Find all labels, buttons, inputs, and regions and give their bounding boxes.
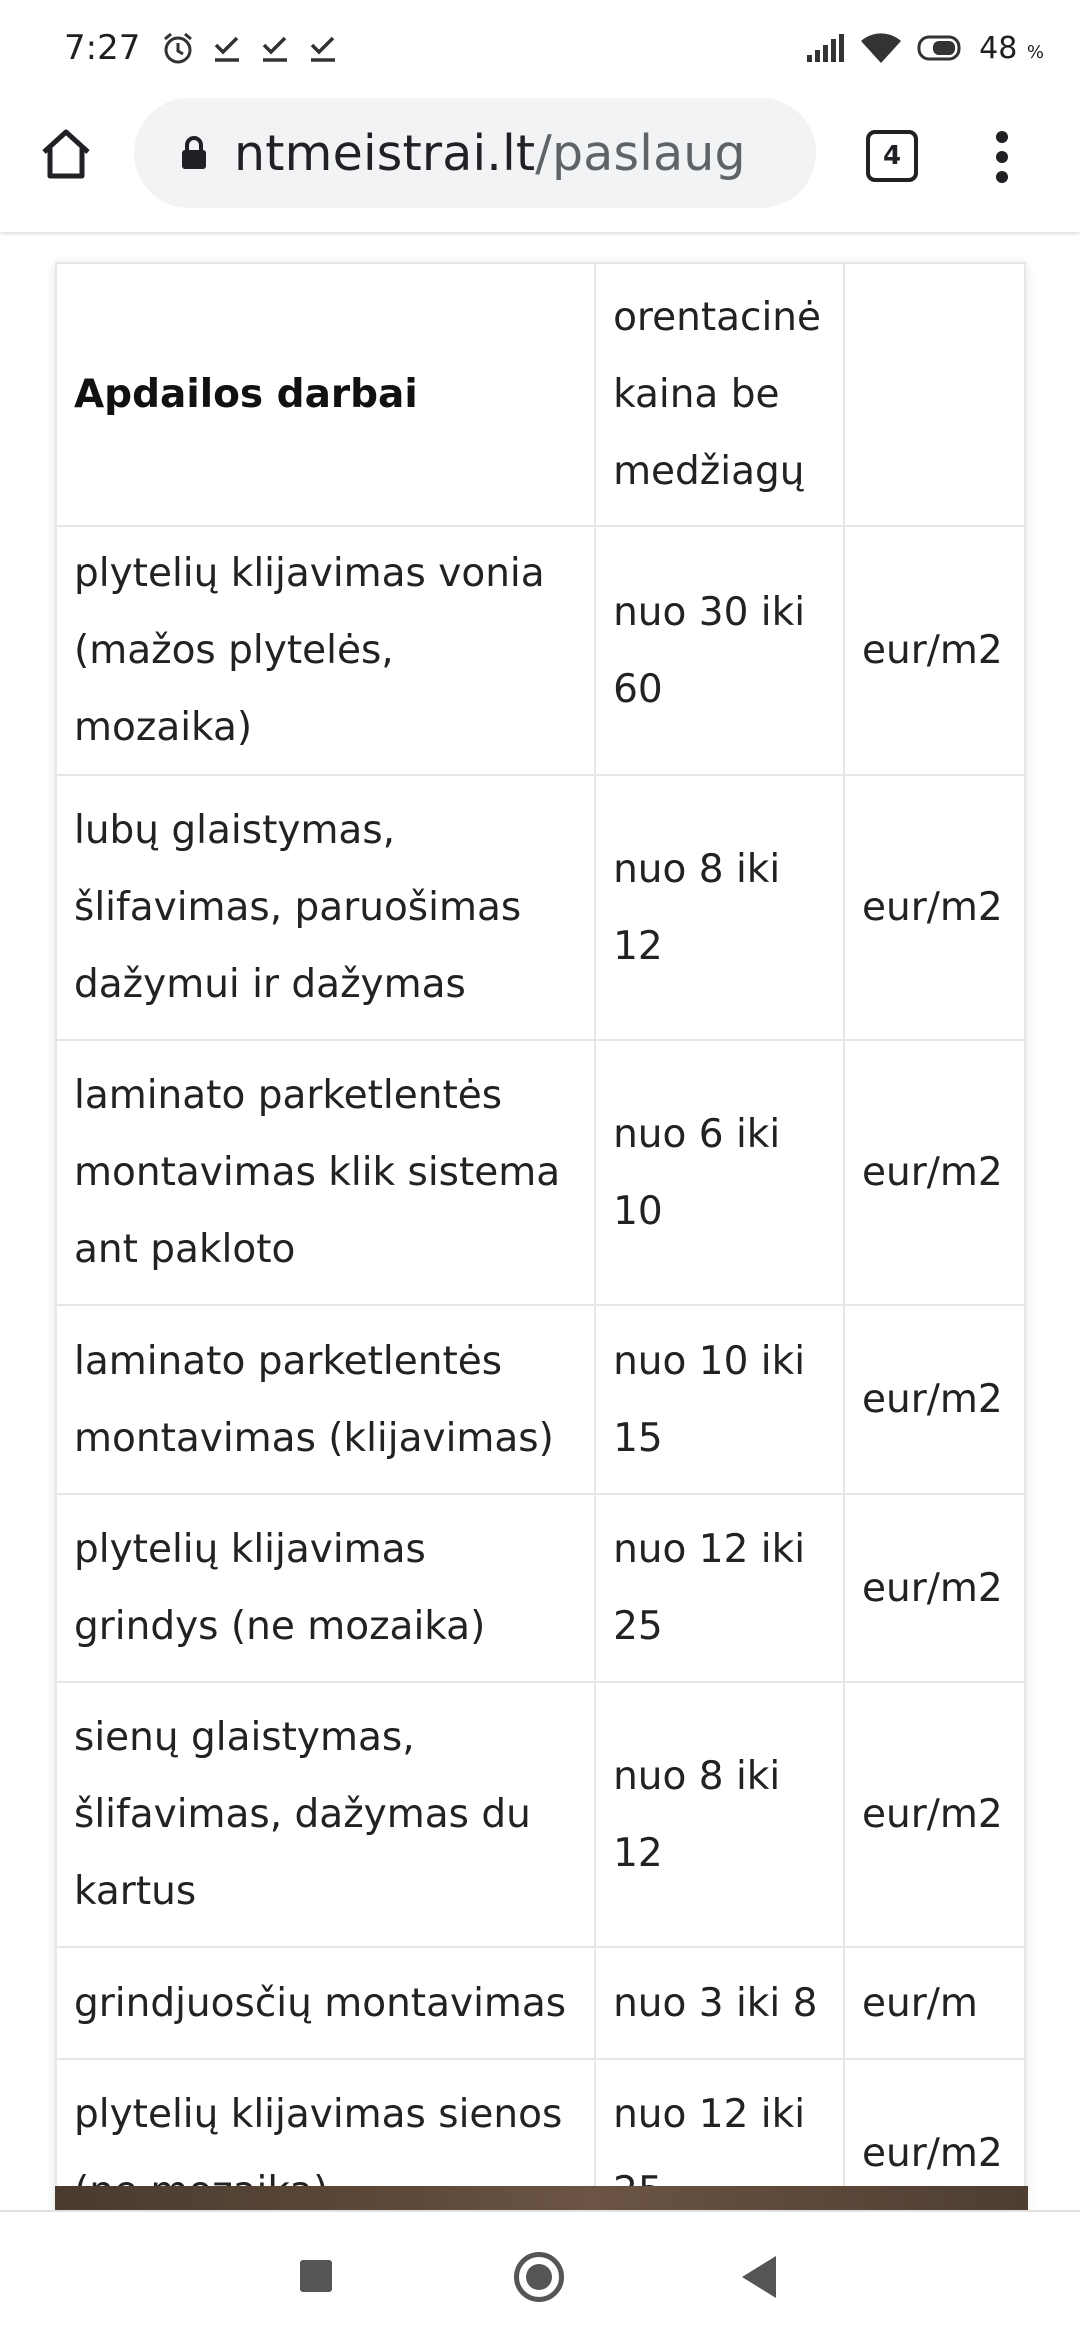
signal-icon xyxy=(805,33,845,63)
status-bar: 7:27 48 % xyxy=(0,0,1080,96)
row-service: plytelių klijavimas vonia (mažos plytelė… xyxy=(54,525,597,776)
lock-icon xyxy=(180,135,208,171)
row-service: lubų glaistymas, šlifavimas, paruošimas … xyxy=(54,774,597,1041)
table-header-row: Apdailos darbai orentacinė kaina be medž… xyxy=(54,262,1026,527)
wifi-icon xyxy=(859,31,903,65)
row-service: plytelių klijavimas grindys (ne mozaika) xyxy=(54,1493,597,1683)
header-service: Apdailos darbai xyxy=(54,262,597,527)
row-price: nuo 30 iki 60 xyxy=(594,525,846,776)
table-row: lubų glaistymas, šlifavimas, paruošimas … xyxy=(54,774,1026,1041)
browser-toolbar: ntmeistrai.lt/paslaug 4 xyxy=(0,96,1080,232)
header-unit xyxy=(843,262,1026,527)
url-domain: ntmeistrai.lt xyxy=(234,124,536,182)
battery-icon xyxy=(917,34,965,62)
alarm-icon xyxy=(160,30,196,66)
url-fade xyxy=(776,98,816,208)
back-icon[interactable] xyxy=(742,2256,776,2298)
home-circle-icon[interactable] xyxy=(514,2252,564,2302)
row-unit: eur/m2 xyxy=(843,1039,1026,1306)
battery-level: 48 % xyxy=(979,30,1044,66)
row-unit: eur/m2 xyxy=(843,525,1026,776)
row-price: nuo 8 iki 12 xyxy=(594,774,846,1041)
row-service: grindjuosčių montavimas xyxy=(54,1946,597,2060)
tab-count: 4 xyxy=(882,141,902,171)
system-nav-bar xyxy=(0,2210,1080,2340)
table-row: grindjuosčių montavimas nuo 3 iki 8 eur/… xyxy=(54,1946,1026,2060)
row-price: nuo 10 iki 15 xyxy=(594,1304,846,1495)
row-price: nuo 12 iki 25 xyxy=(594,1493,846,1683)
row-price: nuo 3 iki 8 xyxy=(594,1946,846,2060)
price-table-wrapper: Apdailos darbai orentacinė kaina be medž… xyxy=(54,262,1026,2210)
status-left: 7:27 xyxy=(64,28,340,68)
page-content[interactable]: Apdailos darbai orentacinė kaina be medž… xyxy=(0,232,1080,2210)
row-price: nuo 8 iki 12 xyxy=(594,1681,846,1948)
table-row: sienų glaistymas, šlifavimas, dažymas du… xyxy=(54,1681,1026,1948)
price-table: Apdailos darbai orentacinė kaina be medž… xyxy=(54,262,1026,2210)
row-unit: eur/m2 xyxy=(843,1304,1026,1495)
check-download-icon xyxy=(210,31,244,65)
row-service: sienų glaistymas, šlifavimas, dažymas du… xyxy=(54,1681,597,1948)
url-text[interactable]: ntmeistrai.lt/paslaug xyxy=(234,125,746,182)
recent-apps-icon[interactable] xyxy=(300,2260,332,2292)
row-unit: eur/m2 xyxy=(843,774,1026,1041)
row-service: laminato parketlentės montavimas klik si… xyxy=(54,1039,597,1306)
check-download-icon xyxy=(258,31,292,65)
address-bar[interactable]: ntmeistrai.lt/paslaug xyxy=(134,98,816,208)
status-right: 48 % xyxy=(805,31,1044,66)
row-unit: eur/m2 xyxy=(843,1493,1026,1683)
table-row: plytelių klijavimas grindys (ne mozaika)… xyxy=(54,1493,1026,1683)
table-row: plytelių klijavimas vonia (mažos plytelė… xyxy=(54,525,1026,776)
menu-icon[interactable] xyxy=(984,126,1020,186)
row-price: nuo 6 iki 10 xyxy=(594,1039,846,1306)
tabs-icon[interactable]: 4 xyxy=(866,130,918,182)
check-download-icon xyxy=(306,31,340,65)
header-price: orentacinė kaina be medžiagų xyxy=(594,262,846,527)
status-time: 7:27 xyxy=(64,28,141,68)
row-unit: eur/m2 xyxy=(843,1681,1026,1948)
url-path: /paslaug xyxy=(535,124,746,182)
row-service: laminato parketlentės montavimas (klijav… xyxy=(54,1304,597,1495)
home-icon[interactable] xyxy=(36,124,96,184)
table-row: laminato parketlentės montavimas (klijav… xyxy=(54,1304,1026,1495)
row-unit: eur/m xyxy=(843,1946,1026,2060)
content-image xyxy=(55,2186,1028,2210)
table-row: laminato parketlentės montavimas klik si… xyxy=(54,1039,1026,1306)
